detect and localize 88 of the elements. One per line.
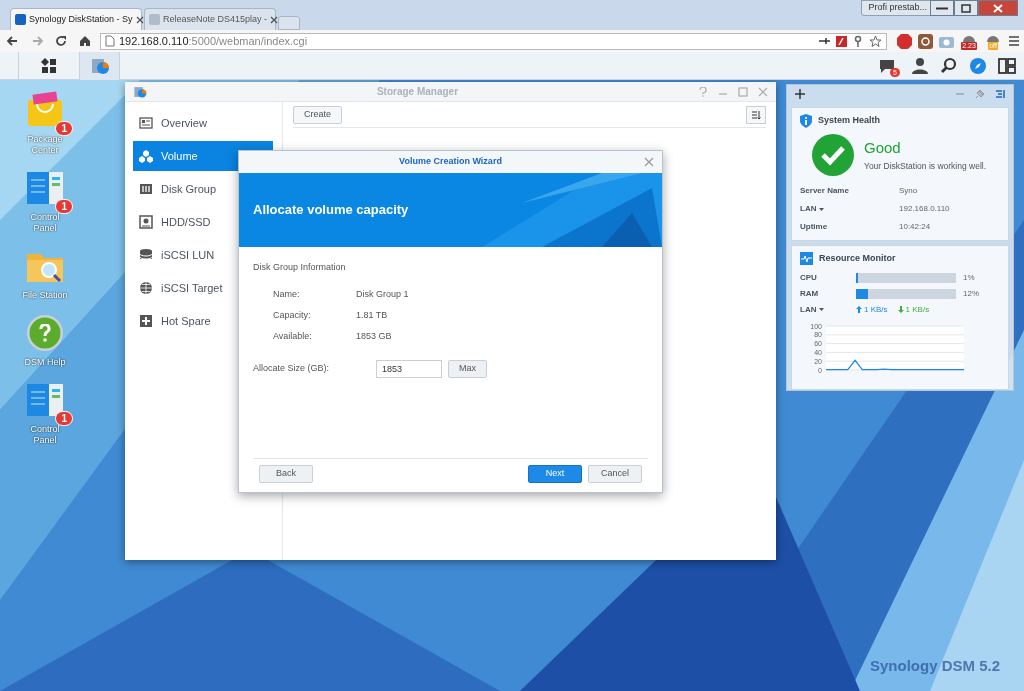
favicon-icon <box>15 14 26 25</box>
browser-tab[interactable]: Synology DiskStation - Sy <box>10 8 142 30</box>
dialog-title: Volume Creation Wizard <box>398 155 503 169</box>
widget-title: System Health <box>818 114 881 128</box>
meter-label: LAN <box>800 303 817 316</box>
close-button[interactable] <box>978 0 1018 16</box>
field-value: 1.81 TB <box>356 309 388 323</box>
field-value: Disk Group 1 <box>356 288 409 302</box>
info-value: Syno <box>899 185 918 197</box>
back-icon[interactable] <box>7 35 19 47</box>
section-heading: Disk Group Information <box>253 261 347 274</box>
address-bar[interactable]: 192.168.0.110:5000/webman/index.cgi <box>100 32 887 50</box>
window-title: Storage Manager <box>375 85 460 99</box>
back-button[interactable]: Back <box>259 464 313 483</box>
close-icon[interactable] <box>135 15 144 24</box>
caret-icon[interactable] <box>819 207 825 211</box>
favicon-icon <box>149 14 160 25</box>
desktop-shortcut[interactable]: 1 Package Center <box>14 88 76 156</box>
banner-heading: Allocate volume capacity <box>253 201 409 220</box>
plus-box-icon <box>139 314 153 328</box>
next-button[interactable]: Next <box>528 464 582 483</box>
minimize-button[interactable] <box>930 0 954 16</box>
close-icon[interactable] <box>270 15 279 24</box>
max-button[interactable]: Max <box>448 359 487 378</box>
sort-button[interactable] <box>746 105 766 124</box>
menu-icon[interactable] <box>1008 35 1020 47</box>
health-message: Your DiskStation is working well. <box>864 159 987 173</box>
minimize-icon <box>936 6 948 10</box>
info-value: 192.168.0.110 <box>899 203 950 215</box>
disk-group-icon <box>139 182 153 196</box>
close-icon <box>991 2 1005 14</box>
reload-icon[interactable] <box>55 35 67 47</box>
search-icon[interactable] <box>940 56 958 75</box>
sidebar-item[interactable]: Overview <box>133 108 273 138</box>
chat-icon <box>878 57 896 74</box>
flash-icon[interactable] <box>835 34 848 48</box>
shield-icon <box>800 114 812 128</box>
sort-icon <box>751 109 761 120</box>
stop-sign-icon[interactable] <box>897 33 912 49</box>
toolbar-button[interactable]: Create <box>293 105 342 124</box>
meter-reading: 12% <box>963 287 979 300</box>
field-label: Capacity: <box>272 309 312 323</box>
field-label: Name: <box>272 288 301 302</box>
database-icon <box>139 248 153 262</box>
desktop-shortcut[interactable]: 1 Control Panel <box>14 166 76 234</box>
meter-reading: 1% <box>963 271 975 284</box>
pulse-icon <box>800 252 813 266</box>
globe-icon <box>139 281 153 295</box>
camera-icon[interactable] <box>918 33 933 49</box>
add-icon[interactable] <box>795 89 805 99</box>
question-mark-icon <box>39 324 51 342</box>
star-icon[interactable] <box>869 34 882 48</box>
help-icon <box>24 313 66 353</box>
field-label: Allocate Size (GB): <box>253 361 331 375</box>
url-text: 192.168.0.110:5000/webman/index.cgi <box>119 33 309 49</box>
cancel-button[interactable]: Cancel <box>588 464 642 483</box>
arrow-down-icon <box>897 306 904 313</box>
meter-label: RAM <box>800 287 820 300</box>
size-input-field[interactable]: 1853 <box>376 359 442 378</box>
health-status: Good <box>864 138 902 159</box>
browser-tab[interactable]: ReleaseNote DS415play - <box>144 8 276 30</box>
widgets-icon[interactable] <box>998 56 1016 75</box>
maximize-button[interactable] <box>954 0 978 16</box>
field-value: 1853 GB <box>356 330 392 344</box>
grid-icon <box>41 57 57 74</box>
info-label: Uptime <box>800 221 828 233</box>
page-icon <box>105 35 115 47</box>
home-icon[interactable] <box>79 35 91 47</box>
wallpaper-logo-text: Synology DSM 5.2 <box>869 655 1000 676</box>
checkmark-icon <box>812 134 854 176</box>
desktop-shortcut[interactable]: 1 Control Panel <box>14 378 76 446</box>
overview-icon <box>139 116 153 130</box>
arrow-up-icon <box>856 306 862 313</box>
field-label: Available: <box>272 330 313 344</box>
caret-icon[interactable] <box>819 308 825 311</box>
storage-app-icon <box>133 84 147 99</box>
widget-title: Resource Monitor <box>819 252 896 265</box>
collapse-panel-icon[interactable] <box>995 89 1005 99</box>
compass-icon[interactable] <box>969 56 987 75</box>
info-label: LAN <box>800 203 817 215</box>
meter-label: CPU <box>800 271 818 284</box>
cubes-icon <box>139 149 153 163</box>
info-value: 10:42:24 <box>899 221 931 233</box>
user-icon[interactable] <box>911 56 929 75</box>
maximize-icon <box>959 2 973 14</box>
download-rate: 1 KB/s <box>905 303 930 316</box>
upload-rate: 1 KB/s <box>864 303 888 316</box>
info-label: Server Name <box>800 185 849 197</box>
